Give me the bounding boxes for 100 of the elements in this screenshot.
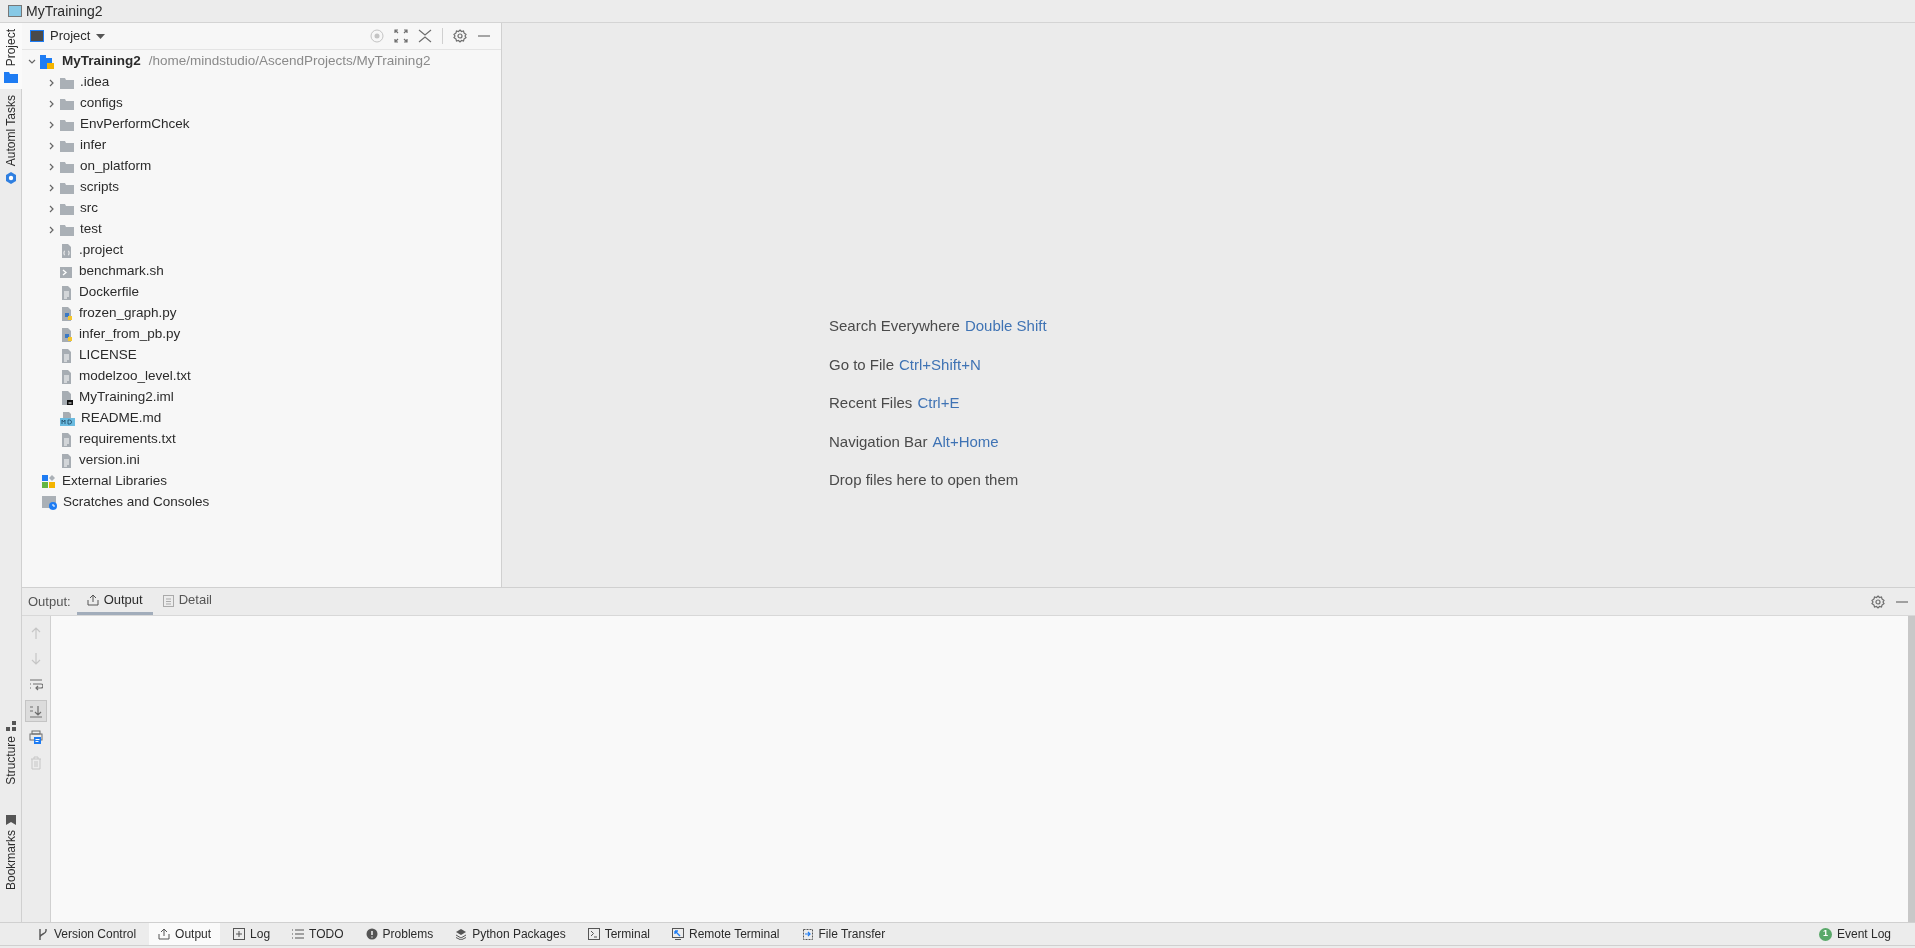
folder-name[interactable]: EnvPerformChcek [80, 114, 190, 135]
text-file-icon [60, 369, 73, 384]
settings-icon[interactable] [1871, 594, 1885, 609]
text-file-icon [60, 453, 73, 468]
folder-name[interactable]: configs [80, 93, 123, 114]
bookmark-icon [6, 814, 16, 825]
chevron-icon[interactable] [48, 78, 56, 87]
chevron-icon[interactable] [48, 141, 56, 150]
scratches-icon [42, 495, 58, 510]
structure-icon [6, 721, 16, 732]
scrollbar[interactable] [1908, 616, 1915, 922]
hint-text: Search Everywhere [829, 316, 960, 336]
upload-icon [158, 928, 171, 940]
window-icon [30, 30, 44, 42]
chevron-icon[interactable] [48, 162, 56, 171]
chevron-icon[interactable] [48, 204, 56, 213]
shortcut-text: Ctrl+Shift+N [899, 354, 981, 375]
remote-terminal-icon [672, 928, 684, 940]
tree-node[interactable]: External Libraries [62, 471, 168, 492]
print-icon [29, 730, 43, 744]
python-file-icon [60, 306, 73, 321]
folder-name[interactable]: scripts [80, 177, 119, 198]
markdown-file-icon [60, 411, 75, 426]
window-icon [8, 5, 22, 17]
tool-window-tab[interactable]: Python Packages [446, 923, 575, 945]
up-arrow-icon [29, 626, 43, 640]
file-name[interactable]: modelzoo_level.txt [79, 366, 191, 387]
file-name[interactable]: frozen_graph.py [79, 303, 177, 324]
tool-window-tab[interactable]: Problems [356, 923, 443, 945]
file-name[interactable]: Dockerfile [79, 282, 140, 303]
shortcut-text: Double Shift [964, 316, 1047, 336]
layers-icon [455, 928, 468, 940]
chevron-icon[interactable] [48, 183, 56, 192]
tool-window-tab[interactable]: Project [0, 23, 22, 90]
tool-window-tab[interactable]: Automl Tasks [0, 89, 22, 190]
folder-icon [60, 139, 74, 152]
text-file-icon [60, 348, 73, 363]
file-name[interactable]: version.ini [79, 450, 140, 471]
script-file-icon [60, 264, 73, 279]
chevron-icon[interactable] [28, 57, 36, 66]
upload-icon [86, 594, 99, 606]
project-icon [40, 54, 54, 69]
hint-text: Drop files here to open them [829, 470, 1019, 490]
root-folder-name[interactable]: MyTraining2 [62, 51, 141, 72]
file-icon [60, 243, 73, 258]
folder-name[interactable]: .idea [80, 72, 110, 93]
scroll-to-end-icon [29, 704, 43, 718]
expand-all-icon[interactable] [394, 29, 408, 43]
file-name[interactable]: MyTraining2.iml [79, 387, 174, 408]
terminal-icon [587, 928, 600, 940]
folder-icon [60, 160, 74, 173]
folder-name[interactable]: infer [80, 135, 107, 156]
file-name[interactable]: LICENSE [79, 345, 137, 366]
soft-wrap-icon [29, 678, 43, 692]
project-view-selector[interactable]: Project [28, 26, 108, 46]
hint-text: Recent Files [829, 393, 913, 413]
text-file-icon [60, 432, 73, 447]
down-arrow-icon [29, 652, 43, 666]
file-name[interactable]: benchmark.sh [79, 261, 164, 282]
tool-window-tab[interactable]: Version Control [28, 923, 146, 945]
folder-name[interactable]: src [80, 198, 98, 219]
tool-window-tab[interactable]: Bookmarks [0, 808, 22, 896]
python-file-icon [60, 327, 73, 342]
project-path: /home/mindstudio/AscendProjects/MyTraining2 [148, 52, 431, 71]
collapse-all-icon[interactable] [418, 29, 432, 43]
folder-name[interactable]: on_platform [80, 156, 152, 177]
trash-icon [29, 756, 43, 770]
folder-icon [60, 118, 74, 131]
event-log-button[interactable]: 1 Event Log [1818, 925, 1891, 943]
chevron-icon[interactable] [48, 99, 56, 108]
tool-window-tab[interactable]: Structure [0, 715, 22, 791]
text-file-icon [60, 285, 73, 300]
tool-window-tab[interactable]: TODO [283, 923, 353, 945]
tool-window-tab[interactable]: Output [149, 923, 221, 945]
folder-icon [60, 223, 74, 236]
tool-window-tab[interactable]: File Transfer [792, 923, 895, 945]
chevron-icon[interactable] [48, 120, 56, 129]
folder-name[interactable]: test [80, 219, 102, 240]
tool-window-tab[interactable]: Remote Terminal [663, 923, 789, 945]
folder-icon [4, 71, 18, 84]
chevron-icon[interactable] [48, 225, 56, 234]
folder-icon [60, 97, 74, 110]
settings-icon[interactable] [453, 29, 467, 43]
tree-node[interactable]: Scratches and Consoles [63, 492, 210, 513]
libraries-icon [42, 474, 57, 489]
notification-badge: 1 [1818, 927, 1832, 941]
file-transfer-icon [801, 928, 814, 940]
panel-tab[interactable]: Detail [152, 588, 222, 615]
file-name[interactable]: requirements.txt [79, 429, 176, 450]
branch-icon [37, 928, 49, 940]
shortcut-text: Alt+Home [932, 431, 999, 452]
folder-icon [60, 202, 74, 215]
file-name[interactable]: README.md [81, 408, 162, 429]
shortcut-text: Ctrl+E [917, 393, 960, 413]
file-name[interactable]: infer_from_pb.py [79, 324, 181, 345]
tool-window-tab[interactable]: Log [224, 923, 280, 945]
file-name[interactable]: .project [79, 240, 124, 261]
output-label: Output: [28, 592, 71, 611]
hint-text: Go to File [829, 354, 895, 375]
tool-window-tab[interactable]: Terminal [578, 923, 659, 945]
